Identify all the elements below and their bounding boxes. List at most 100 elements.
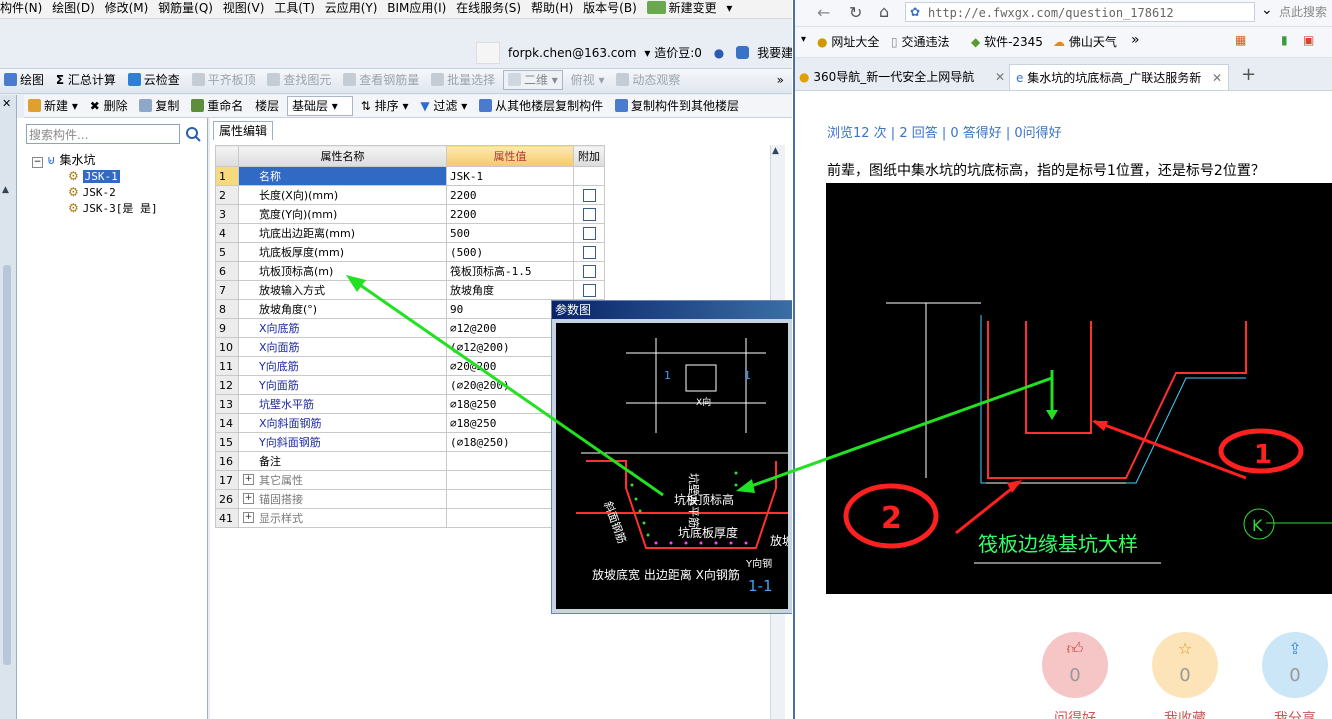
view-mode-select[interactable]: 二维 ▾ <box>502 70 563 90</box>
menu-version[interactable]: 版本号(B) <box>583 0 643 16</box>
table-row[interactable]: 16 备注 <box>215 451 605 471</box>
rename-button[interactable]: 重命名 <box>187 95 247 117</box>
table-row[interactable]: 41 + 显示样式 <box>215 508 605 528</box>
fav-item-3[interactable]: ☁ 佛山天气 <box>1053 33 1117 50</box>
menu-bim[interactable]: BIM应用(I) <box>387 0 452 16</box>
table-row[interactable]: 3 宽度(Y向)(mm) 2200 <box>215 204 605 224</box>
bell-icon[interactable]: ● <box>714 46 724 60</box>
expand-icon[interactable]: + <box>243 474 254 485</box>
menu-help[interactable]: 帮助(H) <box>531 0 579 16</box>
table-row[interactable]: 1 名称 JSK-1 <box>215 166 605 186</box>
tree-item-jsk-1[interactable]: ⚙ JSK-1 <box>68 168 120 185</box>
menu-tools[interactable]: 工具(T) <box>274 0 321 16</box>
property-value[interactable]: (500) <box>446 242 574 262</box>
table-row[interactable]: 8 放坡角度(°) 90 <box>215 299 605 319</box>
scroll-up-icon[interactable]: ▲ <box>2 185 9 195</box>
additional-checkbox[interactable] <box>582 226 596 240</box>
url-input[interactable]: http://e.fwxgx.com/question_178612 <box>905 2 1255 22</box>
action-label[interactable]: 问得好 <box>1054 708 1096 719</box>
menu-modify[interactable]: 修改(M) <box>105 0 155 16</box>
tab-current-question[interactable]: e 集水坑的坑底标高_广联达服务新 ✕ <box>1009 64 1229 90</box>
property-value[interactable]: 筏板顶标高-1.5 <box>446 261 574 281</box>
fav-item-0[interactable]: ● 网址大全 <box>817 33 879 50</box>
star-action-button[interactable]: ☆ 0 <box>1152 632 1218 698</box>
chevron-down-icon[interactable]: ▾ <box>801 34 806 45</box>
thumb-action-button[interactable]: 👍︎ 0 <box>1042 632 1108 698</box>
table-row[interactable]: 17 + 其它属性 <box>215 470 605 490</box>
search-input[interactable]: 点此搜索 <box>1279 2 1332 22</box>
filter-button[interactable]: ▼ 过滤 ▾ <box>416 95 471 117</box>
new-button[interactable]: 新建 ▾ <box>24 95 82 117</box>
copy-to-floor-button[interactable]: 复制构件到其他楼层 <box>611 95 743 117</box>
dock-scrollbar[interactable] <box>3 265 11 665</box>
additional-checkbox[interactable] <box>582 207 596 221</box>
toolbar-overflow[interactable]: » <box>773 69 788 91</box>
additional-checkbox[interactable] <box>582 283 596 297</box>
cloud-check-button[interactable]: 云检查 <box>124 69 184 91</box>
expand-icon[interactable]: + <box>243 493 254 504</box>
tv-icon[interactable]: ▣ <box>1303 33 1314 47</box>
view-rebar-button[interactable]: 查看钢筋量 <box>339 69 423 91</box>
user-email[interactable]: forpk.chen@163.com <box>508 46 636 60</box>
avatar[interactable] <box>476 42 500 64</box>
collapse-icon[interactable]: − <box>32 157 43 168</box>
home-icon[interactable]: ⌂ <box>879 2 889 21</box>
table-row[interactable]: 2 长度(X向)(mm) 2200 <box>215 185 605 205</box>
table-row[interactable]: 26 + 锚固搭接 <box>215 489 605 509</box>
table-row[interactable]: 5 坑底板厚度(mm) (500) <box>215 242 605 262</box>
chevron-down-icon[interactable]: ⌄ <box>1261 2 1273 18</box>
additional-checkbox[interactable] <box>582 188 596 202</box>
property-value[interactable]: 2200 <box>446 204 574 224</box>
table-row[interactable]: 15 Y向斜面钢筋 (⌀18@250) <box>215 432 605 452</box>
action-label[interactable]: 我收藏 <box>1164 708 1206 719</box>
property-value[interactable]: 2200 <box>446 185 574 205</box>
copy-button[interactable]: 复制 <box>135 95 183 117</box>
menu-component[interactable]: 构件(N) <box>0 0 48 16</box>
new-tab-button[interactable]: + <box>1241 64 1256 85</box>
copy-from-floor-button[interactable]: 从其他楼层复制构件 <box>475 95 607 117</box>
tab-property-edit[interactable]: 属性编辑 <box>213 121 273 140</box>
book-icon[interactable]: ▮ <box>1281 33 1288 47</box>
search-icon[interactable] <box>182 124 204 144</box>
property-value[interactable]: 500 <box>446 223 574 243</box>
table-row[interactable]: 13 坑壁水平筋 ⌀18@250 <box>215 394 605 414</box>
delete-button[interactable]: ✖ 删除 <box>86 95 132 117</box>
property-value[interactable]: 放坡角度 <box>446 280 574 300</box>
additional-checkbox[interactable] <box>582 245 596 259</box>
orbit-button[interactable]: 动态观察 <box>612 69 684 91</box>
back-icon[interactable]: ← <box>817 3 830 22</box>
find-element-button[interactable]: 查找图元 <box>263 69 335 91</box>
table-row[interactable]: 4 坑底出边距离(mm) 500 <box>215 223 605 243</box>
sort-button[interactable]: ⇅ 排序 ▾ <box>357 95 413 117</box>
action-label[interactable]: 我分享 <box>1274 708 1316 719</box>
tree-item-jsk-3[interactable]: ⚙ JSK-3[是 是] <box>68 200 158 217</box>
more-favorites-icon[interactable]: » <box>1131 32 1140 48</box>
menu-cloud[interactable]: 云应用(Y) <box>325 0 384 16</box>
fav-item-1[interactable]: ▯ 交通违法 <box>891 33 949 50</box>
suggest-button[interactable]: 我要建议 <box>736 46 792 60</box>
menu-draw[interactable]: 绘图(D) <box>52 0 101 16</box>
menu-new-change[interactable]: 新建变更 ▾ <box>646 0 739 16</box>
table-row[interactable]: 14 X向斜面钢筋 ⌀18@250 <box>215 413 605 433</box>
menu-rebar-quantity[interactable]: 钢筋量(Q) <box>158 0 219 16</box>
draw-button[interactable]: 绘图 <box>0 69 48 91</box>
tree-item-jsk-2[interactable]: ⚙ JSK-2 <box>68 184 116 201</box>
expand-icon[interactable]: + <box>243 512 254 523</box>
batch-select-button[interactable]: 批量选择 <box>427 69 499 91</box>
scroll-up-icon[interactable]: ▲ <box>772 146 779 156</box>
menu-view[interactable]: 视图(V) <box>223 0 271 16</box>
close-icon[interactable]: ✕ <box>995 64 1005 90</box>
table-row[interactable]: 10 X向面筋 (⌀12@200) <box>215 337 605 357</box>
menu-online[interactable]: 在线服务(S) <box>456 0 527 16</box>
share-action-button[interactable]: ⇪ 0 <box>1262 632 1328 698</box>
apps-icon[interactable]: ▦ <box>1235 33 1246 47</box>
top-view-button[interactable]: 俯视 ▾ <box>567 69 609 91</box>
header-additional[interactable]: 附加 <box>573 145 605 167</box>
additional-checkbox[interactable] <box>582 264 596 278</box>
component-search-input[interactable]: 搜索构件... <box>26 124 180 144</box>
table-row[interactable]: 9 X向底筋 ⌀12@200 <box>215 318 605 338</box>
close-icon[interactable]: ✕ <box>2 97 11 110</box>
property-value[interactable]: JSK-1 <box>446 166 574 186</box>
header-property-name[interactable]: 属性名称 <box>238 145 447 167</box>
close-icon[interactable]: ✕ <box>1212 65 1222 90</box>
